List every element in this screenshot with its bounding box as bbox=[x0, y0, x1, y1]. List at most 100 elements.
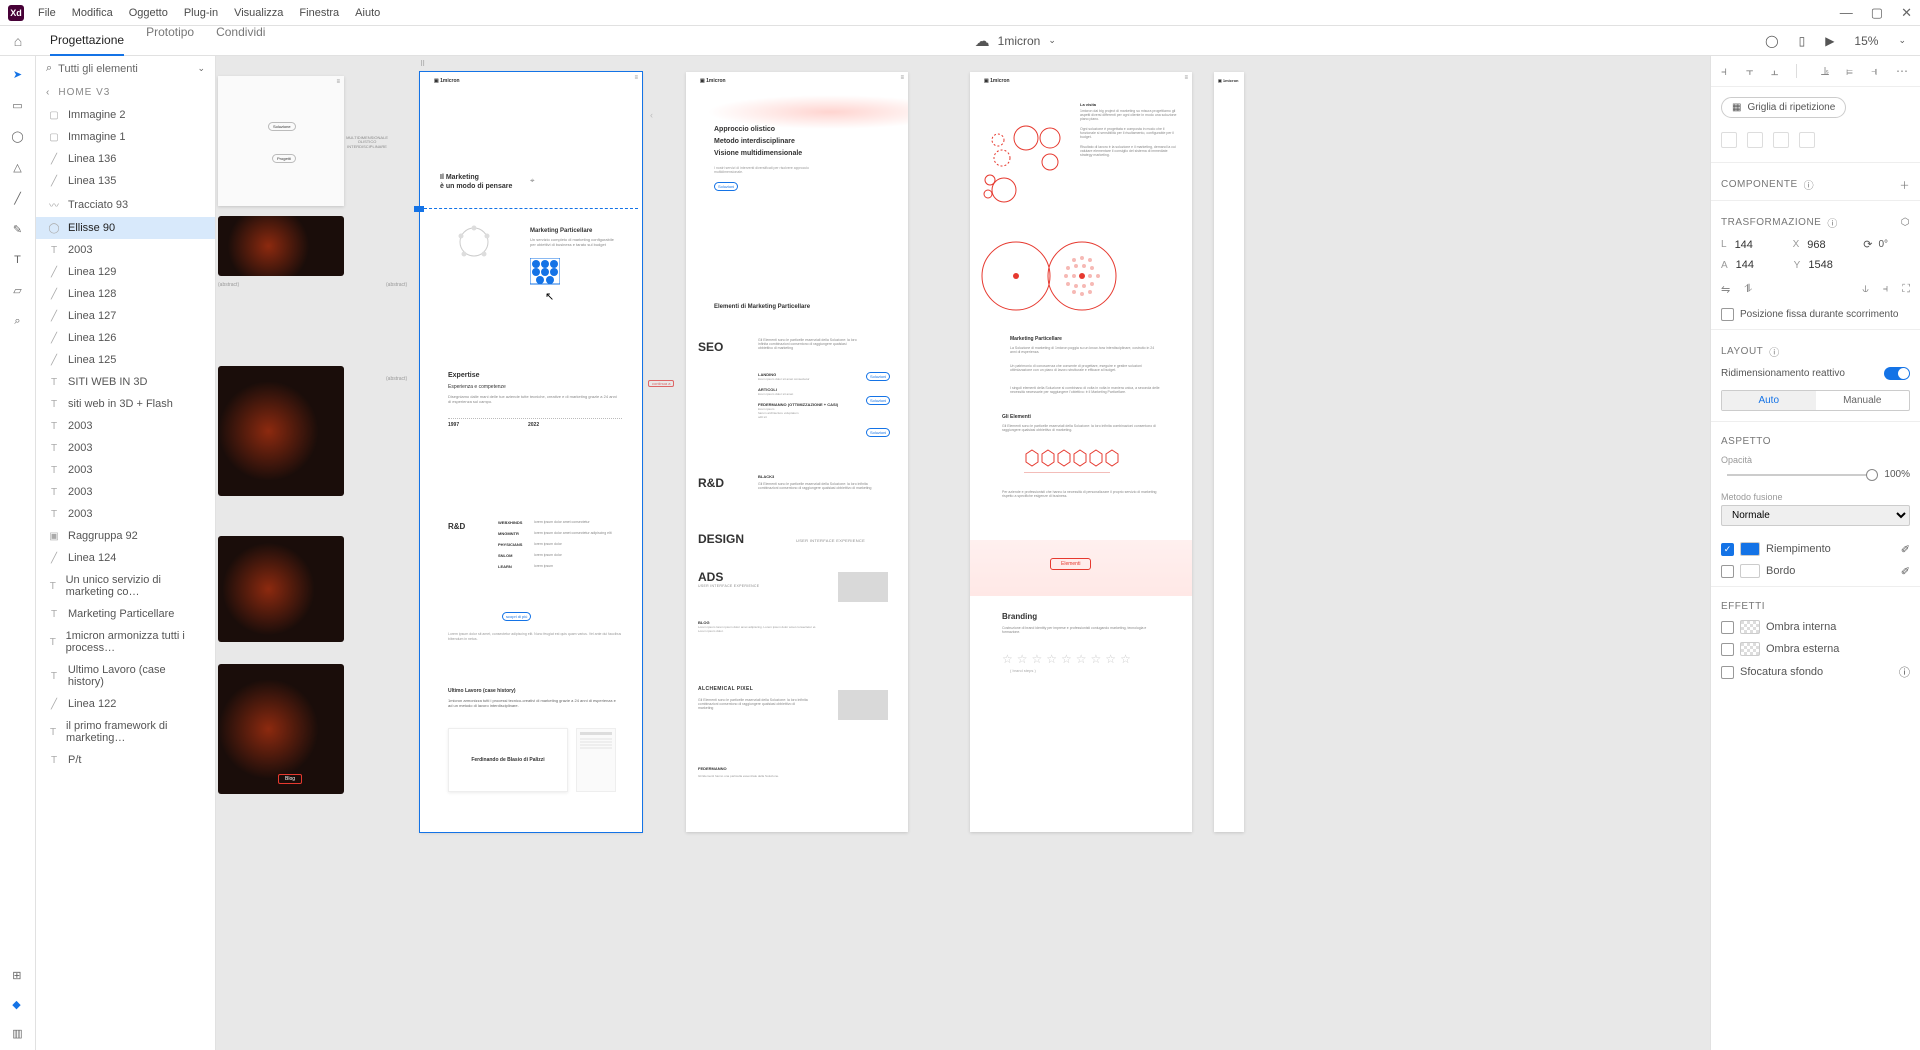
3d-icon[interactable]: ⬡ bbox=[1901, 217, 1910, 228]
layer-item[interactable]: ▢Immagine 1 bbox=[36, 126, 215, 148]
layer-item[interactable]: T2003 bbox=[36, 459, 215, 481]
artboard-1-part[interactable]: ≡ Soluzione Progetti MULTIDIMENSIONALEOL… bbox=[218, 76, 344, 206]
menu-window[interactable]: Finestra bbox=[299, 7, 339, 19]
artboard-home-v3[interactable]: ⠿ ≡ ▣ 1micron Il Marketing è un modo di … bbox=[420, 72, 642, 832]
ab3-sol2[interactable]: Soluzioni bbox=[866, 396, 890, 405]
layer-item[interactable]: ▢Immagine 2 bbox=[36, 104, 215, 126]
op-add-icon[interactable] bbox=[1721, 132, 1737, 148]
artboard-soluzione[interactable]: ≡ ▣ 1micron Approccio olistico Metodo in… bbox=[686, 72, 908, 832]
maximize-button[interactable]: ▢ bbox=[1871, 5, 1883, 21]
plugins-icon[interactable]: ▥ bbox=[12, 1027, 22, 1040]
pen-tool[interactable]: ✎ bbox=[13, 223, 22, 236]
x-input[interactable] bbox=[1807, 239, 1853, 251]
menu-plugins[interactable]: Plug-in bbox=[184, 7, 218, 19]
thumb-dark-2[interactable] bbox=[218, 366, 344, 496]
mobile-preview-icon[interactable]: ▯ bbox=[1799, 34, 1806, 48]
layer-item[interactable]: Tsiti web in 3D + Flash bbox=[36, 393, 215, 415]
layer-item[interactable]: ╱Linea 124 bbox=[36, 547, 215, 569]
align-bottom-icon[interactable]: ⫣ bbox=[1871, 64, 1885, 78]
flip-h-icon[interactable]: ⇋ bbox=[1721, 283, 1730, 296]
op-subtract-icon[interactable] bbox=[1747, 132, 1763, 148]
fx1-swatch[interactable] bbox=[1740, 620, 1760, 634]
line-tool[interactable]: ╱ bbox=[14, 192, 21, 205]
fx2-checkbox[interactable] bbox=[1721, 643, 1734, 656]
doc-name[interactable]: 1micron bbox=[998, 34, 1041, 48]
layer-item[interactable]: T2003 bbox=[36, 503, 215, 525]
tab-prototype[interactable]: Prototipo bbox=[146, 25, 194, 56]
ab2-scopri-button[interactable]: scopri di più bbox=[502, 612, 531, 621]
expand-icon[interactable]: ⛶ bbox=[1902, 283, 1910, 296]
select-tool[interactable]: ➤ bbox=[13, 68, 22, 81]
eyedropper-icon[interactable]: ✐ bbox=[1901, 565, 1910, 578]
layer-item[interactable]: ╱Linea 122 bbox=[36, 693, 215, 715]
menu-view[interactable]: Visualizza bbox=[234, 7, 283, 19]
layer-item[interactable]: TUltimo Lavoro (case history) bbox=[36, 659, 215, 693]
ellipse-tool[interactable]: ◯ bbox=[11, 130, 23, 143]
layer-item[interactable]: ╱Linea 125 bbox=[36, 349, 215, 371]
home-button[interactable]: ⌂ bbox=[0, 33, 36, 49]
align-right-icon[interactable]: ⫠ bbox=[1771, 64, 1785, 78]
layer-item[interactable]: ▣Raggruppa 92 bbox=[36, 525, 215, 547]
layer-item[interactable]: ◯Ellisse 90 bbox=[36, 217, 215, 239]
layer-item[interactable]: T2003 bbox=[36, 415, 215, 437]
opacity-slider[interactable] bbox=[1727, 474, 1878, 476]
info-icon[interactable]: ⓘ bbox=[1899, 664, 1910, 680]
rotate-icon[interactable]: ⟳ bbox=[1863, 238, 1872, 251]
ab3-sol-button[interactable]: Soluzioni bbox=[714, 182, 738, 191]
y-input[interactable] bbox=[1808, 259, 1854, 271]
fixed-pos-checkbox[interactable] bbox=[1721, 308, 1734, 321]
minimize-button[interactable]: — bbox=[1840, 5, 1853, 21]
fill-checkbox[interactable]: ✓ bbox=[1721, 543, 1734, 556]
layer-item[interactable]: ╱Linea 136 bbox=[36, 148, 215, 170]
thumb-dark-1[interactable] bbox=[218, 216, 344, 276]
info-icon[interactable]: ⓘ bbox=[1827, 215, 1838, 230]
height-input[interactable] bbox=[1736, 259, 1782, 271]
fx2-swatch[interactable] bbox=[1740, 642, 1760, 656]
align-vcenter-icon[interactable]: ⫢ bbox=[1846, 64, 1860, 78]
rectangle-tool[interactable]: ▭ bbox=[12, 99, 22, 112]
artboard-tool[interactable]: ▱ bbox=[13, 284, 21, 297]
text-tool[interactable]: T bbox=[14, 254, 21, 266]
layer-item[interactable]: 〰Tracciato 93 bbox=[36, 192, 215, 217]
layers-filter-dropdown[interactable]: Tutti gli elementi bbox=[58, 63, 191, 75]
chevron-down-icon[interactable]: ⌄ bbox=[197, 63, 205, 74]
layer-item[interactable]: ╱Linea 127 bbox=[36, 305, 215, 327]
seg-auto[interactable]: Auto bbox=[1722, 391, 1816, 410]
align-more-icon[interactable]: ⋯ bbox=[1896, 64, 1910, 78]
responsive-mode[interactable]: Auto Manuale bbox=[1721, 390, 1910, 411]
distribute-v-icon[interactable]: ⫞ bbox=[1883, 283, 1889, 296]
op-exclude-icon[interactable] bbox=[1799, 132, 1815, 148]
blend-select[interactable]: Normale bbox=[1721, 505, 1910, 526]
menu-edit[interactable]: Modifica bbox=[72, 7, 113, 19]
thumb-dark-3[interactable] bbox=[218, 536, 344, 642]
info-icon[interactable]: ⓘ bbox=[1804, 177, 1815, 192]
layer-item[interactable]: ╱Linea 128 bbox=[36, 283, 215, 305]
artboard-soluzione-2[interactable]: ≡ ▣ 1micron La visita 1micron dai big pr… bbox=[970, 72, 1192, 832]
profile-icon[interactable]: ◯ bbox=[1765, 34, 1778, 48]
layer-item[interactable]: ╱Linea 126 bbox=[36, 327, 215, 349]
flip-v-icon[interactable]: ⥮ bbox=[1744, 283, 1752, 296]
responsive-toggle[interactable] bbox=[1884, 367, 1910, 380]
layer-item[interactable]: T2003 bbox=[36, 437, 215, 459]
fill-swatch[interactable] bbox=[1740, 542, 1760, 556]
fx1-checkbox[interactable] bbox=[1721, 621, 1734, 634]
layers-icon[interactable]: ◆ bbox=[12, 998, 22, 1011]
layer-item[interactable]: T1micron armonizza tutti i process… bbox=[36, 625, 215, 659]
breadcrumb[interactable]: HOME V3 bbox=[58, 87, 110, 98]
seg-manual[interactable]: Manuale bbox=[1816, 391, 1910, 410]
layer-item[interactable]: T2003 bbox=[36, 481, 215, 503]
layer-item[interactable]: T2003 bbox=[36, 239, 215, 261]
thumb-dark-4[interactable]: Blog bbox=[218, 664, 344, 794]
align-top-icon[interactable]: ⫡ bbox=[1821, 64, 1835, 78]
layer-item[interactable]: TMarketing Particellare bbox=[36, 603, 215, 625]
eyedropper-icon[interactable]: ✐ bbox=[1901, 543, 1910, 556]
rotation-value[interactable]: 0° bbox=[1878, 239, 1888, 250]
layer-item[interactable]: ╱Linea 129 bbox=[36, 261, 215, 283]
layer-item[interactable]: Til primo framework di marketing… bbox=[36, 715, 215, 749]
stroke-swatch[interactable] bbox=[1740, 564, 1760, 578]
libraries-icon[interactable]: ⊞ bbox=[12, 969, 22, 982]
tab-share[interactable]: Condividi bbox=[216, 25, 265, 56]
width-input[interactable] bbox=[1735, 239, 1781, 251]
tab-design[interactable]: Progettazione bbox=[50, 33, 124, 56]
zoom-value[interactable]: 15% bbox=[1854, 34, 1878, 48]
